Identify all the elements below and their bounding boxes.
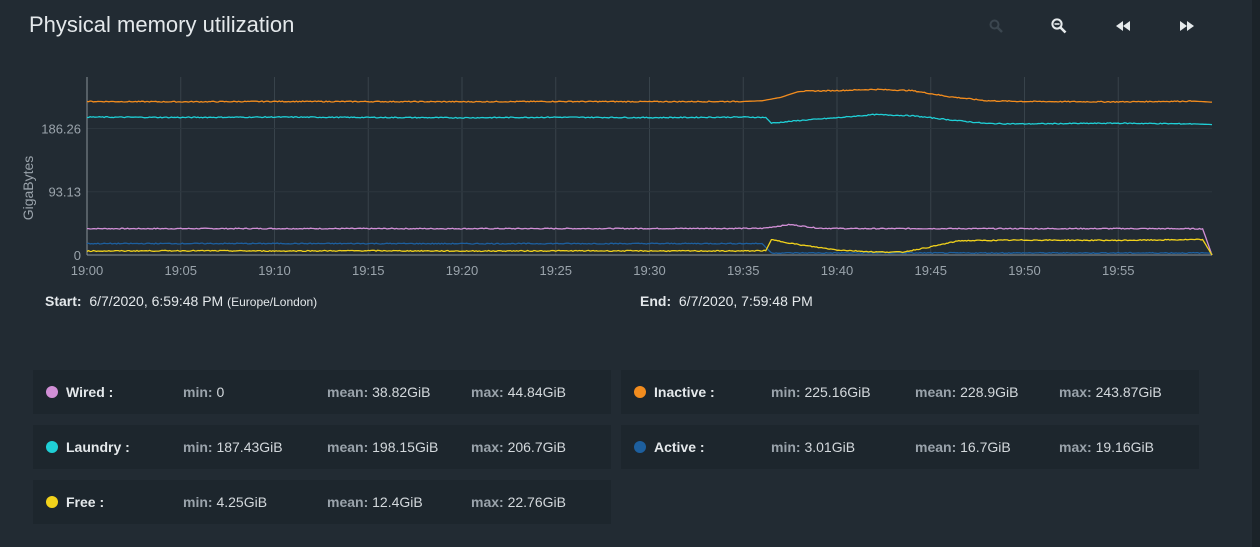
zoom-in-icon[interactable]	[980, 12, 1012, 40]
y-axis-label: GigaBytes	[20, 156, 36, 221]
range-end: End: 6/7/2020, 7:59:48 PM	[640, 293, 813, 309]
chart-area[interactable]: 19:00 19:05 19:10 19:15 19:20 19:25 19:30 19:35…	[0, 60, 1252, 280]
legend-max: max: 243.87GiB	[1059, 384, 1162, 400]
fast-forward-icon[interactable]	[1171, 12, 1203, 40]
legend-min: min: 225.16GiB	[771, 384, 871, 400]
chart-axes: 19:00 19:05 19:10 19:15 19:20 19:25 19:30 19:35…	[41, 77, 1212, 278]
y-tick-label: 186.26	[41, 121, 81, 136]
legend-mean: mean: 38.82GiB	[327, 384, 431, 400]
legend-swatch	[634, 441, 646, 453]
x-tick-label: 19:30	[633, 263, 666, 278]
x-tick-label: 19:00	[71, 263, 104, 278]
range-start-timezone: (Europe/London)	[227, 295, 318, 309]
legend-name: Laundry :	[66, 439, 130, 455]
legend-swatch	[634, 386, 646, 398]
chart-title: Physical memory utilization	[29, 12, 295, 37]
legend-min: min: 0	[183, 384, 225, 400]
legend-item-inactive[interactable]: Inactive : min: 225.16GiB mean: 228.9GiB…	[621, 370, 1199, 414]
x-tick-label: 19:45	[914, 263, 947, 278]
x-tick-label: 19:20	[446, 263, 479, 278]
range-end-label: End:	[640, 293, 672, 309]
scrollbar-track[interactable]	[1252, 0, 1260, 547]
legend-mean: mean: 12.4GiB	[327, 494, 423, 510]
legend-item-wired[interactable]: Wired : min: 0 mean: 38.82GiB max: 44.84…	[33, 370, 611, 414]
legend-mean: mean: 198.15GiB	[327, 439, 439, 455]
x-tick-label: 19:15	[352, 263, 385, 278]
legend-max: max: 19.16GiB	[1059, 439, 1154, 455]
legend-max: max: 206.7GiB	[471, 439, 566, 455]
legend-item-free[interactable]: Free : min: 4.25GiB mean: 12.4GiB max: 2…	[33, 480, 611, 524]
rewind-icon[interactable]	[1107, 12, 1139, 40]
legend-max: max: 22.76GiB	[471, 494, 566, 510]
legend-item-active[interactable]: Active : min: 3.01GiB mean: 16.7GiB max:…	[621, 425, 1199, 469]
x-tick-label: 19:25	[539, 263, 572, 278]
x-tick-label: 19:40	[821, 263, 854, 278]
range-end-value: 6/7/2020, 7:59:48 PM	[678, 293, 813, 309]
legend-min: min: 4.25GiB	[183, 494, 268, 510]
x-tick-label: 19:35	[727, 263, 760, 278]
x-tick-label: 19:10	[258, 263, 291, 278]
chart-panel: Physical memory utilization 19:00 19:05 19…	[0, 0, 1252, 547]
chart-toolbar	[980, 12, 1210, 40]
legend-min: min: 187.43GiB	[183, 439, 283, 455]
x-tick-label: 19:55	[1102, 263, 1135, 278]
legend-item-laundry[interactable]: Laundry : min: 187.43GiB mean: 198.15GiB…	[33, 425, 611, 469]
y-tick-label: 93.13	[48, 185, 81, 200]
range-start-label: Start:	[45, 293, 82, 309]
legend-min: min: 3.01GiB	[771, 439, 856, 455]
x-tick-label: 19:50	[1008, 263, 1041, 278]
range-start-value: 6/7/2020, 6:59:48 PM	[89, 293, 224, 309]
legend-name: Free :	[66, 494, 105, 510]
legend-name: Wired :	[66, 384, 114, 400]
legend-swatch	[46, 386, 58, 398]
legend-max: max: 44.84GiB	[471, 384, 566, 400]
range-start: Start: 6/7/2020, 6:59:48 PM (Europe/Lond…	[45, 293, 317, 309]
legend-swatch	[46, 441, 58, 453]
zoom-out-icon[interactable]	[1043, 12, 1075, 40]
legend-name: Active :	[654, 439, 705, 455]
legend-mean: mean: 16.7GiB	[915, 439, 1011, 455]
y-tick-label: 0	[74, 248, 81, 263]
x-tick-label: 19:05	[164, 263, 197, 278]
chart-svg[interactable]: 19:00 19:05 19:10 19:15 19:20 19:25 19:30 19:35…	[0, 60, 1252, 280]
legend-swatch	[46, 496, 58, 508]
legend-mean: mean: 228.9GiB	[915, 384, 1019, 400]
legend-name: Inactive :	[654, 384, 715, 400]
